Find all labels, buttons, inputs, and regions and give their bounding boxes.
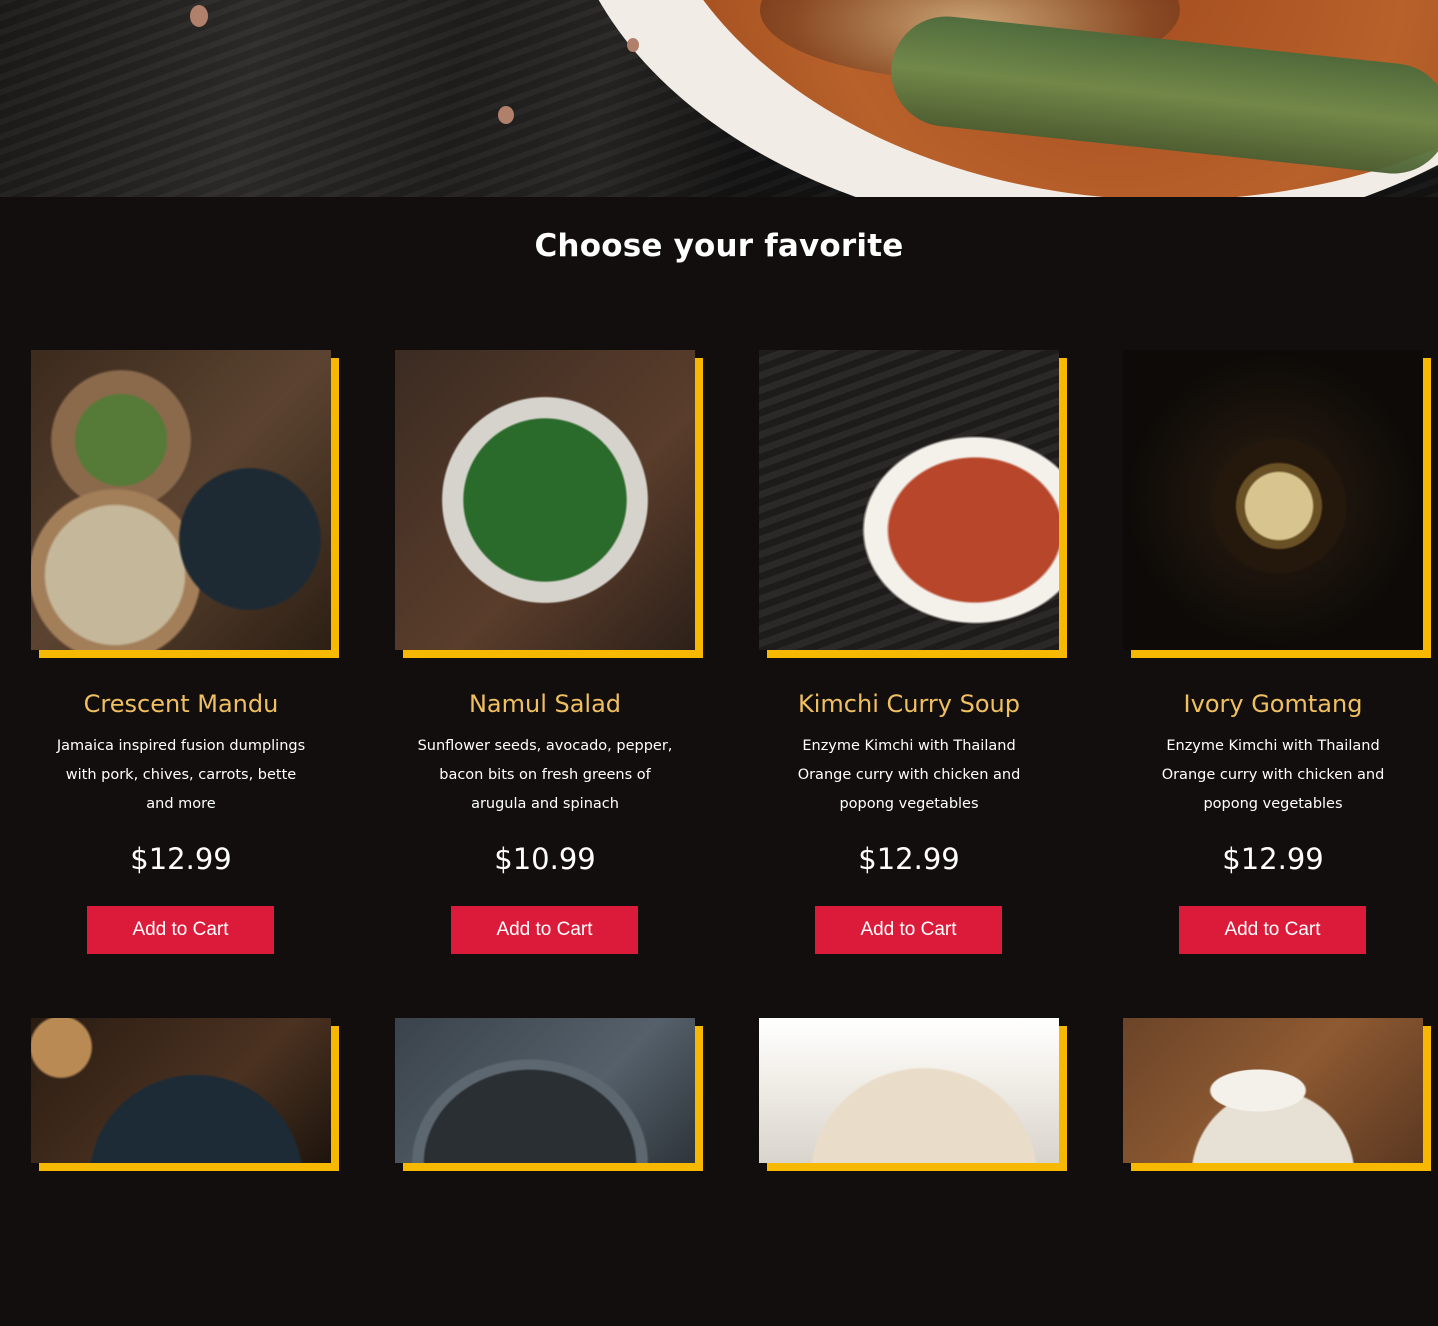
product-description-line: bacon bits on fresh greens of	[439, 767, 651, 783]
product-description-line: arugula and spinach	[471, 796, 619, 812]
product-image[interactable]	[395, 350, 695, 650]
product-image[interactable]	[31, 1018, 331, 1163]
product-description-line: Orange curry with chicken and	[1161, 767, 1385, 783]
product-image-frame	[395, 1018, 703, 1326]
product-description: Jamaica inspired fusion dumplings with p…	[51, 732, 311, 819]
product-name: Kimchi Curry Soup	[798, 690, 1020, 718]
product-image-frame	[1123, 350, 1431, 658]
product-image-frame	[31, 350, 339, 658]
product-image[interactable]	[759, 1018, 1059, 1163]
add-to-cart-button[interactable]: Add to Cart	[87, 906, 274, 954]
product-price: $12.99	[1222, 842, 1324, 876]
product-description: Sunflower seeds, avocado, pepper, bacon …	[415, 732, 675, 819]
product-image-frame	[395, 350, 703, 658]
product-description-line: Sunflower seeds, avocado, pepper,	[417, 738, 673, 754]
product-description-line: and more	[146, 796, 216, 812]
add-to-cart-button[interactable]: Add to Cart	[815, 906, 1002, 954]
product-image[interactable]	[759, 350, 1059, 650]
product-image[interactable]	[1123, 350, 1423, 650]
product-description-line: popong vegetables	[839, 796, 979, 812]
product-image-frame	[759, 350, 1067, 658]
hero-spice	[627, 38, 639, 52]
product-description-line: Jamaica inspired fusion dumplings	[56, 738, 306, 754]
product-description-line: Enzyme Kimchi with Thailand	[802, 738, 1016, 754]
product-image[interactable]	[395, 1018, 695, 1163]
product-image[interactable]	[1123, 1018, 1423, 1163]
product-name: Ivory Gomtang	[1183, 690, 1363, 718]
product-price: $12.99	[858, 842, 960, 876]
product-description: Enzyme Kimchi with Thailand Orange curry…	[1143, 732, 1403, 819]
hero-spice	[498, 106, 514, 124]
hero-banner-image	[0, 0, 1438, 197]
product-description: Enzyme Kimchi with Thailand Orange curry…	[779, 732, 1039, 819]
product-image[interactable]	[31, 350, 331, 650]
product-name: Crescent Mandu	[83, 690, 279, 718]
product-image-frame	[31, 1018, 339, 1326]
section-title: Choose your favorite	[534, 228, 904, 264]
product-price: $12.99	[130, 842, 232, 876]
product-description-line: Orange curry with chicken and	[797, 767, 1021, 783]
product-description-line: Enzyme Kimchi with Thailand	[1166, 738, 1380, 754]
hero-spice	[190, 5, 208, 27]
add-to-cart-button[interactable]: Add to Cart	[1179, 906, 1366, 954]
product-image-frame	[759, 1018, 1067, 1326]
product-name: Namul Salad	[468, 690, 622, 718]
product-price: $10.99	[494, 842, 596, 876]
add-to-cart-button[interactable]: Add to Cart	[451, 906, 638, 954]
product-image-frame	[1123, 1018, 1431, 1326]
product-description-line: with pork, chives, carrots, bette	[65, 767, 297, 783]
product-description-line: popong vegetables	[1203, 796, 1343, 812]
